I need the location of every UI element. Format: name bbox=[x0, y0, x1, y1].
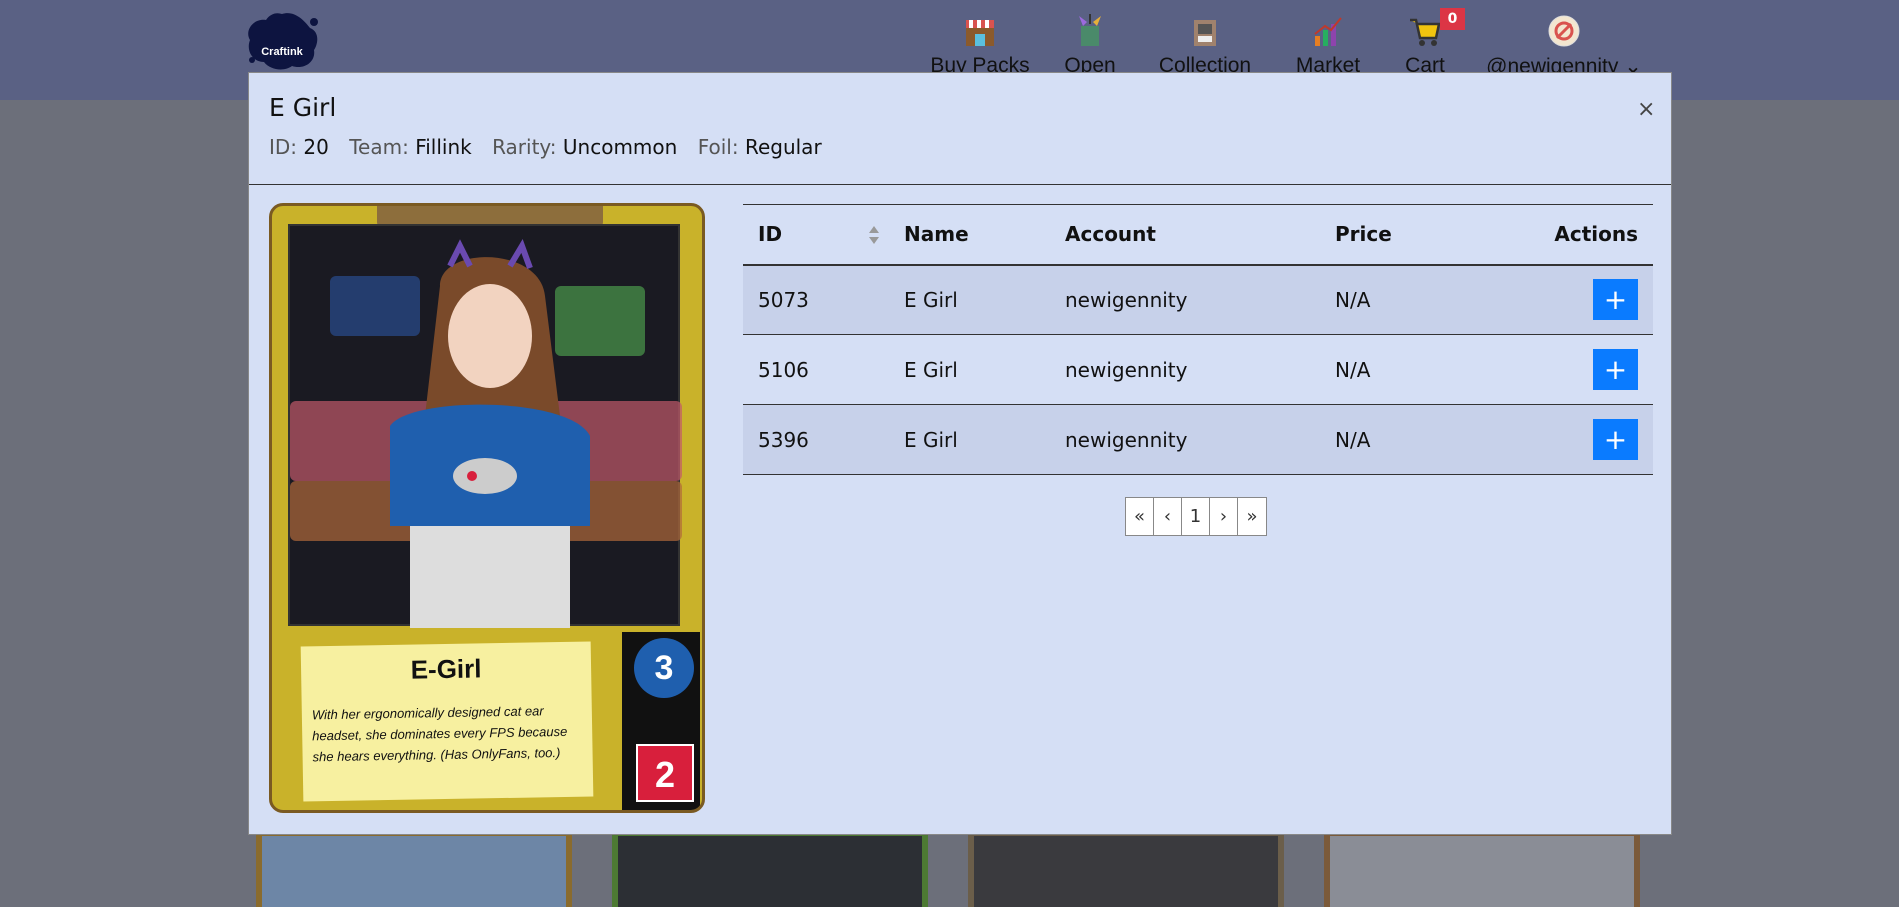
background-card bbox=[968, 830, 1284, 907]
open-pack-icon bbox=[1079, 14, 1101, 46]
page-next-button[interactable]: › bbox=[1210, 498, 1238, 535]
meta-id: ID: 20 bbox=[269, 135, 329, 159]
cart-count-badge: 0 bbox=[1440, 8, 1465, 30]
meta-team: Team: Fillink bbox=[349, 135, 472, 159]
card-flavor-text: With her ergonomically designed cat ear … bbox=[311, 703, 568, 765]
market-chart-icon bbox=[1314, 17, 1342, 46]
cell-price: N/A bbox=[1320, 334, 1490, 405]
meta-rarity: Rarity: Uncommon bbox=[492, 135, 678, 159]
collection-icon bbox=[1194, 20, 1216, 46]
meta-foil: Foil: Regular bbox=[697, 135, 822, 159]
card-meta: ID: 20 Team: Fillink Rarity: Uncommon Fo… bbox=[269, 135, 836, 159]
cell-account: newigennity bbox=[1050, 334, 1320, 405]
column-header-actions: Actions bbox=[1490, 204, 1653, 266]
page-last-button[interactable]: » bbox=[1238, 498, 1266, 535]
card-power: 2 bbox=[636, 744, 694, 802]
table-row: 5396 E Girl newigennity N/A + bbox=[743, 404, 1653, 475]
add-to-cart-button[interactable]: + bbox=[1593, 419, 1638, 460]
column-header-id[interactable]: ID bbox=[743, 204, 889, 266]
cell-price: N/A bbox=[1320, 264, 1490, 335]
craftink-logo[interactable]: Craftink bbox=[244, 10, 320, 72]
listings-table: ID Name Account Price Actions 5073 E Gir… bbox=[743, 204, 1653, 475]
cell-account: newigennity bbox=[1050, 404, 1320, 475]
modal-title: E Girl bbox=[269, 93, 337, 122]
cell-name: E Girl bbox=[889, 264, 1050, 335]
page-prev-button[interactable]: ‹ bbox=[1154, 498, 1182, 535]
card-text-note: E-Girl With her ergonomically designed c… bbox=[300, 641, 594, 802]
cell-id: 5073 bbox=[743, 264, 889, 335]
card-cost: 3 bbox=[634, 638, 694, 698]
cell-account: newigennity bbox=[1050, 264, 1320, 335]
logo-text: Craftink bbox=[261, 46, 303, 58]
column-header-name: Name bbox=[889, 204, 1050, 266]
table-row: 5106 E Girl newigennity N/A + bbox=[743, 334, 1653, 405]
card-detail-modal: E Girl × ID: 20 Team: Fillink Rarity: Un… bbox=[248, 72, 1672, 835]
shop-icon bbox=[966, 20, 994, 46]
add-to-cart-button[interactable]: + bbox=[1593, 349, 1638, 390]
card-name: E-Girl bbox=[410, 653, 482, 685]
cell-id: 5396 bbox=[743, 404, 889, 475]
add-to-cart-button[interactable]: + bbox=[1593, 279, 1638, 321]
table-header-row: ID Name Account Price Actions bbox=[743, 204, 1653, 266]
page-first-button[interactable]: « bbox=[1126, 498, 1154, 535]
column-header-price: Price bbox=[1320, 204, 1490, 266]
background-card bbox=[1324, 830, 1640, 907]
cell-id: 5106 bbox=[743, 334, 889, 405]
card-image: E-Girl With her ergonomically designed c… bbox=[269, 203, 705, 813]
cell-name: E Girl bbox=[889, 404, 1050, 475]
page-current[interactable]: 1 bbox=[1182, 498, 1210, 535]
avatar-icon bbox=[1548, 15, 1580, 47]
card-stats: 3 2 bbox=[622, 632, 700, 810]
table-row: 5073 E Girl newigennity N/A + bbox=[743, 264, 1653, 335]
pagination: « ‹ 1 › » bbox=[1125, 497, 1267, 536]
column-header-account: Account bbox=[1050, 204, 1320, 266]
background-card bbox=[256, 830, 572, 907]
sort-icon bbox=[869, 226, 879, 244]
close-button[interactable]: × bbox=[1637, 97, 1655, 122]
cell-name: E Girl bbox=[889, 334, 1050, 405]
card-artwork bbox=[288, 224, 682, 628]
background-card bbox=[612, 830, 928, 907]
cell-price: N/A bbox=[1320, 404, 1490, 475]
modal-header: E Girl × ID: 20 Team: Fillink Rarity: Un… bbox=[249, 73, 1671, 185]
cart-icon bbox=[1410, 18, 1441, 46]
